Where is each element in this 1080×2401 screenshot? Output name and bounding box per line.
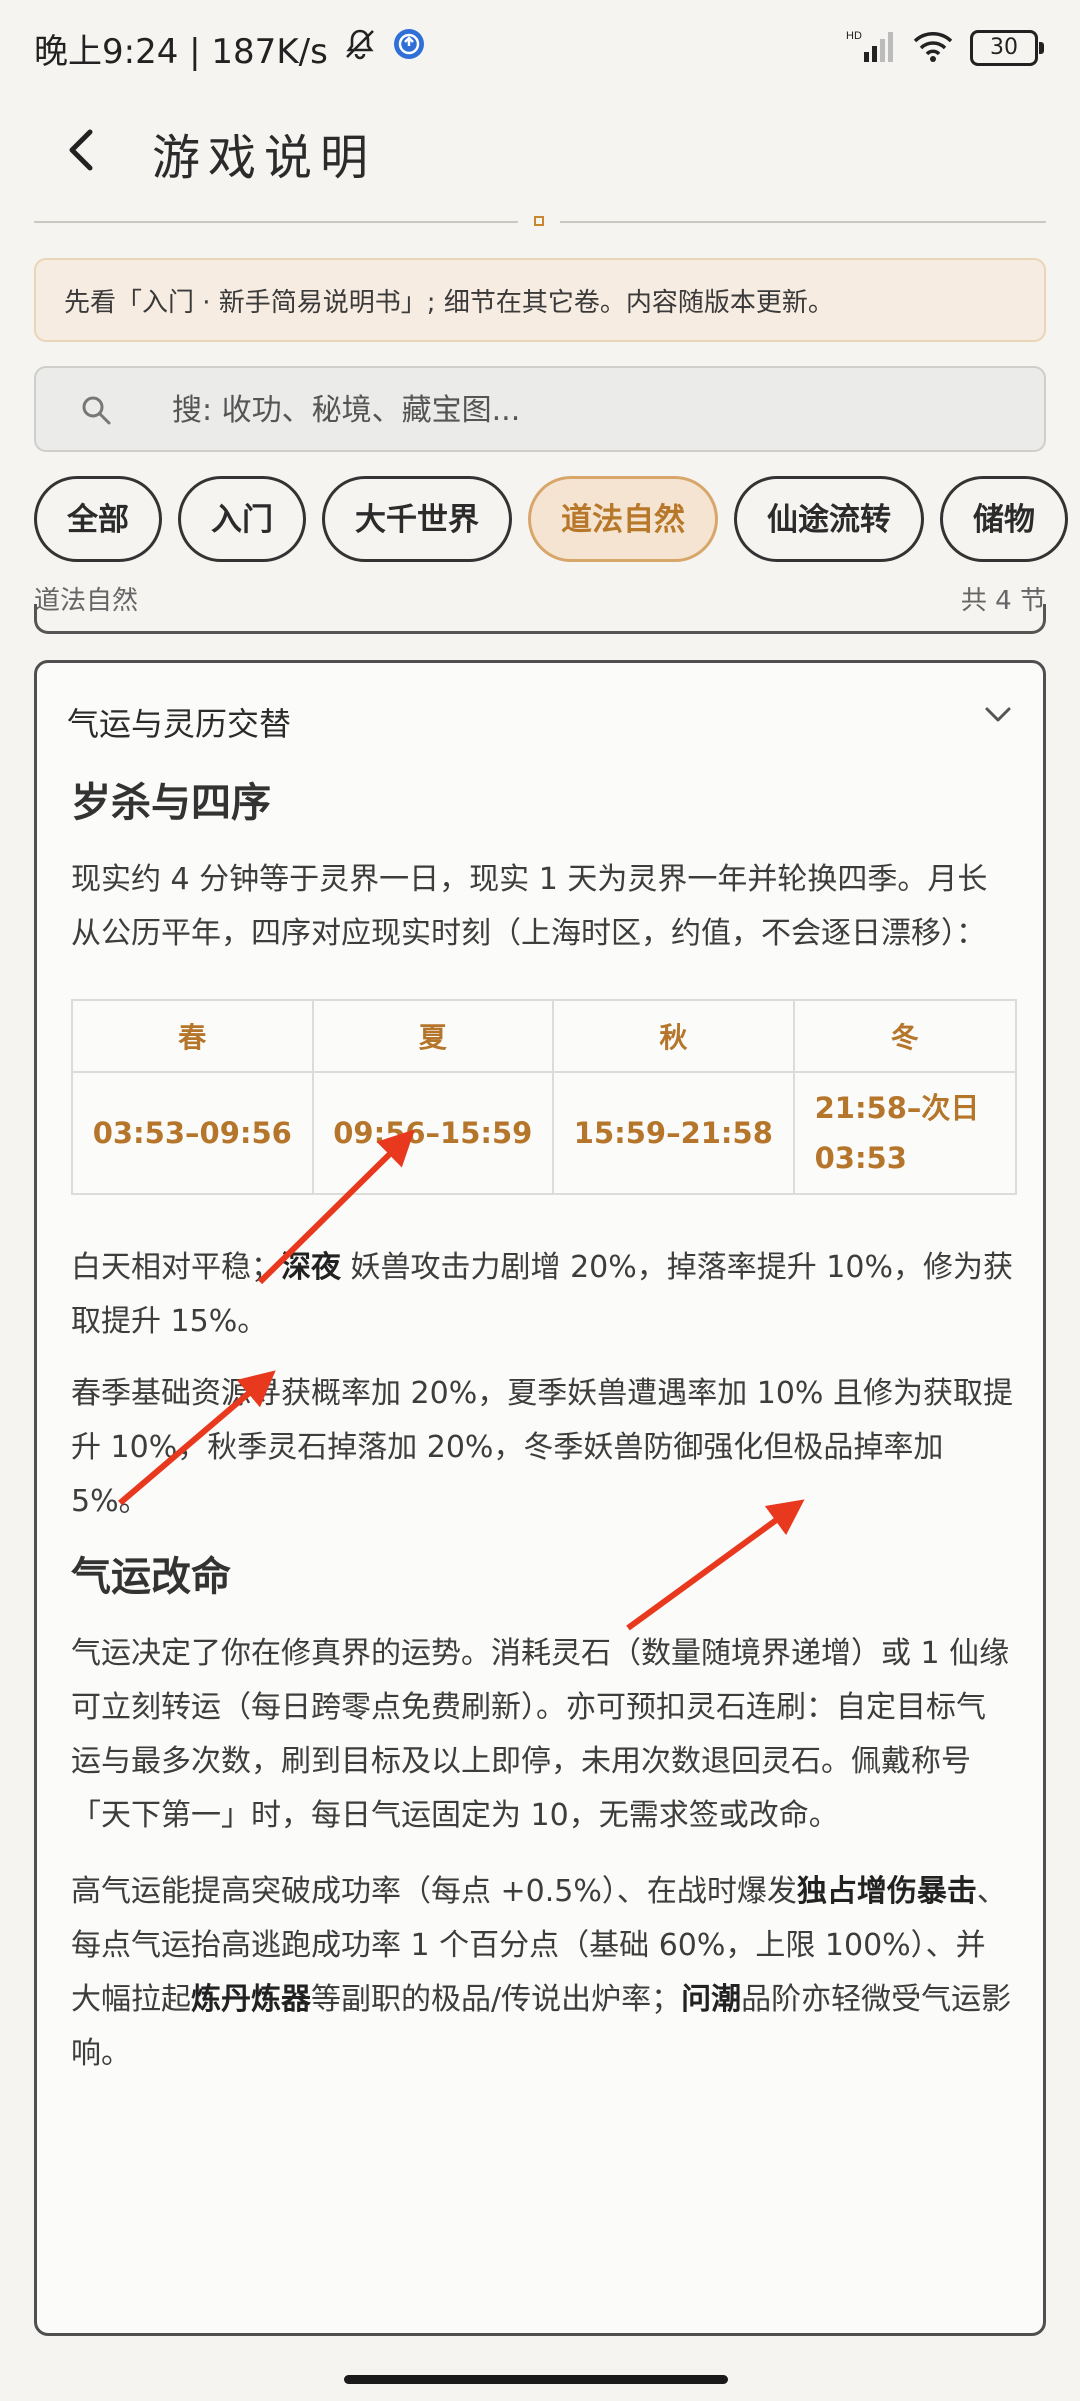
tab-intro[interactable]: 入门	[178, 476, 306, 562]
paragraph-seasons: 春季基础资源寻获概率加 20%，夏季妖兽遭遇率加 10% 且修为获取提升 10%…	[71, 1376, 1013, 1519]
cell-winter-line1: 21:58–次日	[814, 1091, 980, 1125]
header-winter: 冬	[792, 999, 1018, 1073]
card-body: 岁杀与四序 现实约 4 分钟等于灵界一日，现实 1 天为灵界一年并轮换四季。月长…	[71, 773, 1018, 2099]
cell-spring: 03:53–09:56	[71, 1071, 314, 1195]
tab-dao[interactable]: 道法自然	[528, 476, 718, 562]
tab-world[interactable]: 大千世界	[322, 476, 512, 562]
wifi-icon	[912, 29, 954, 67]
heading-season: 岁杀与四序	[71, 780, 271, 826]
tab-storage[interactable]: 储物	[940, 476, 1068, 562]
battery-icon: 30	[970, 30, 1044, 66]
mute-bell-icon	[342, 26, 378, 71]
page-title: 游戏说明	[152, 130, 377, 186]
status-time: 晚上9:24 | 187K/s	[34, 32, 328, 72]
season-table: 春 夏 秋 冬 03:53–09:56 09:56–15:59 15:59–21…	[71, 999, 1018, 1195]
previous-card-edge	[34, 604, 1046, 634]
search-bar[interactable]	[34, 366, 1046, 452]
paragraph-luck-1: 气运决定了你在修真界的运势。消耗灵石（数量随境界递增）或 1 仙缘可立刻转运（每…	[71, 1636, 1010, 1833]
card-title[interactable]: 气运与灵历交替	[67, 699, 291, 745]
back-arrow-icon	[69, 129, 93, 171]
search-input[interactable]	[170, 368, 1014, 452]
title-divider-right	[560, 221, 1046, 223]
signal-icon: HD	[846, 28, 896, 68]
luck2-bold-1: 独占增伤暴击	[796, 1874, 977, 1909]
header-summer: 夏	[311, 999, 555, 1073]
status-bar: 晚上9:24 | 187K/s HD 30	[0, 0, 1080, 96]
day-night-bold: 深夜	[281, 1250, 341, 1285]
app-notification-icon	[392, 27, 426, 70]
home-indicator[interactable]	[344, 2375, 728, 2384]
cell-summer: 09:56–15:59	[311, 1071, 555, 1195]
notice-text: 先看「入门 · 新手简易说明书」; 细节在其它卷。内容随版本更新。	[64, 287, 834, 318]
luck2-text-a: 高气运能提高突破成功率（每点 +0.5%）、在战时爆发	[71, 1874, 797, 1909]
title-divider-left	[34, 221, 518, 223]
header-spring: 春	[71, 999, 314, 1073]
table-header-row: 春 夏 秋 冬	[71, 999, 1018, 1073]
status-right: HD 30	[846, 28, 1044, 68]
divider-ornament	[534, 216, 544, 226]
app-bar: 游戏说明	[0, 100, 1080, 200]
header-autumn: 秋	[552, 999, 795, 1073]
luck2-bold-2: 炼丹炼器	[191, 1982, 311, 2017]
cell-autumn: 15:59–21:58	[552, 1071, 795, 1195]
table-row: 03:53–09:56 09:56–15:59 15:59–21:58 21:5…	[71, 1071, 1018, 1195]
tab-path[interactable]: 仙途流转	[734, 476, 924, 562]
network-label: HD	[846, 30, 862, 42]
cell-winter-line2: 03:53	[814, 1141, 907, 1175]
day-night-text-a: 白天相对平稳；	[71, 1250, 281, 1285]
luck2-text-d: 等副职的极品/传说出炉率；	[311, 1982, 682, 2017]
status-left: 晚上9:24 | 187K/s	[34, 24, 426, 73]
tab-all[interactable]: 全部	[34, 476, 162, 562]
paragraph-luck-2: 高气运能提高突破成功率（每点 +0.5%）、在战时爆发独占增伤暴击、每点气运抬高…	[71, 1865, 1015, 2081]
category-tabs: 全部 入门 大千世界 道法自然 仙途流转 储物	[34, 476, 1080, 566]
notice-banner: 先看「入门 · 新手简易说明书」; 细节在其它卷。内容随版本更新。	[34, 258, 1046, 342]
luck2-bold-3: 问潮	[681, 1982, 742, 2017]
paragraph-day-night: 白天相对平稳；深夜 妖兽攻击力剧增 20%，掉落率提升 10%，修为获取提升 1…	[71, 1241, 1015, 1349]
back-button[interactable]	[56, 122, 106, 178]
chevron-down-icon[interactable]	[983, 703, 1013, 727]
search-icon	[82, 396, 111, 425]
heading-luck: 气运改命	[71, 1554, 231, 1600]
section-card: 气运与灵历交替 岁杀与四序 现实约 4 分钟等于灵界一日，现实 1 天为灵界一年…	[34, 660, 1046, 2336]
paragraph-intro: 现实约 4 分钟等于灵界一日，现实 1 天为灵界一年并轮换四季。月长从公历平年，…	[71, 862, 988, 951]
cell-winter: 21:58–次日 03:53	[792, 1071, 1018, 1195]
